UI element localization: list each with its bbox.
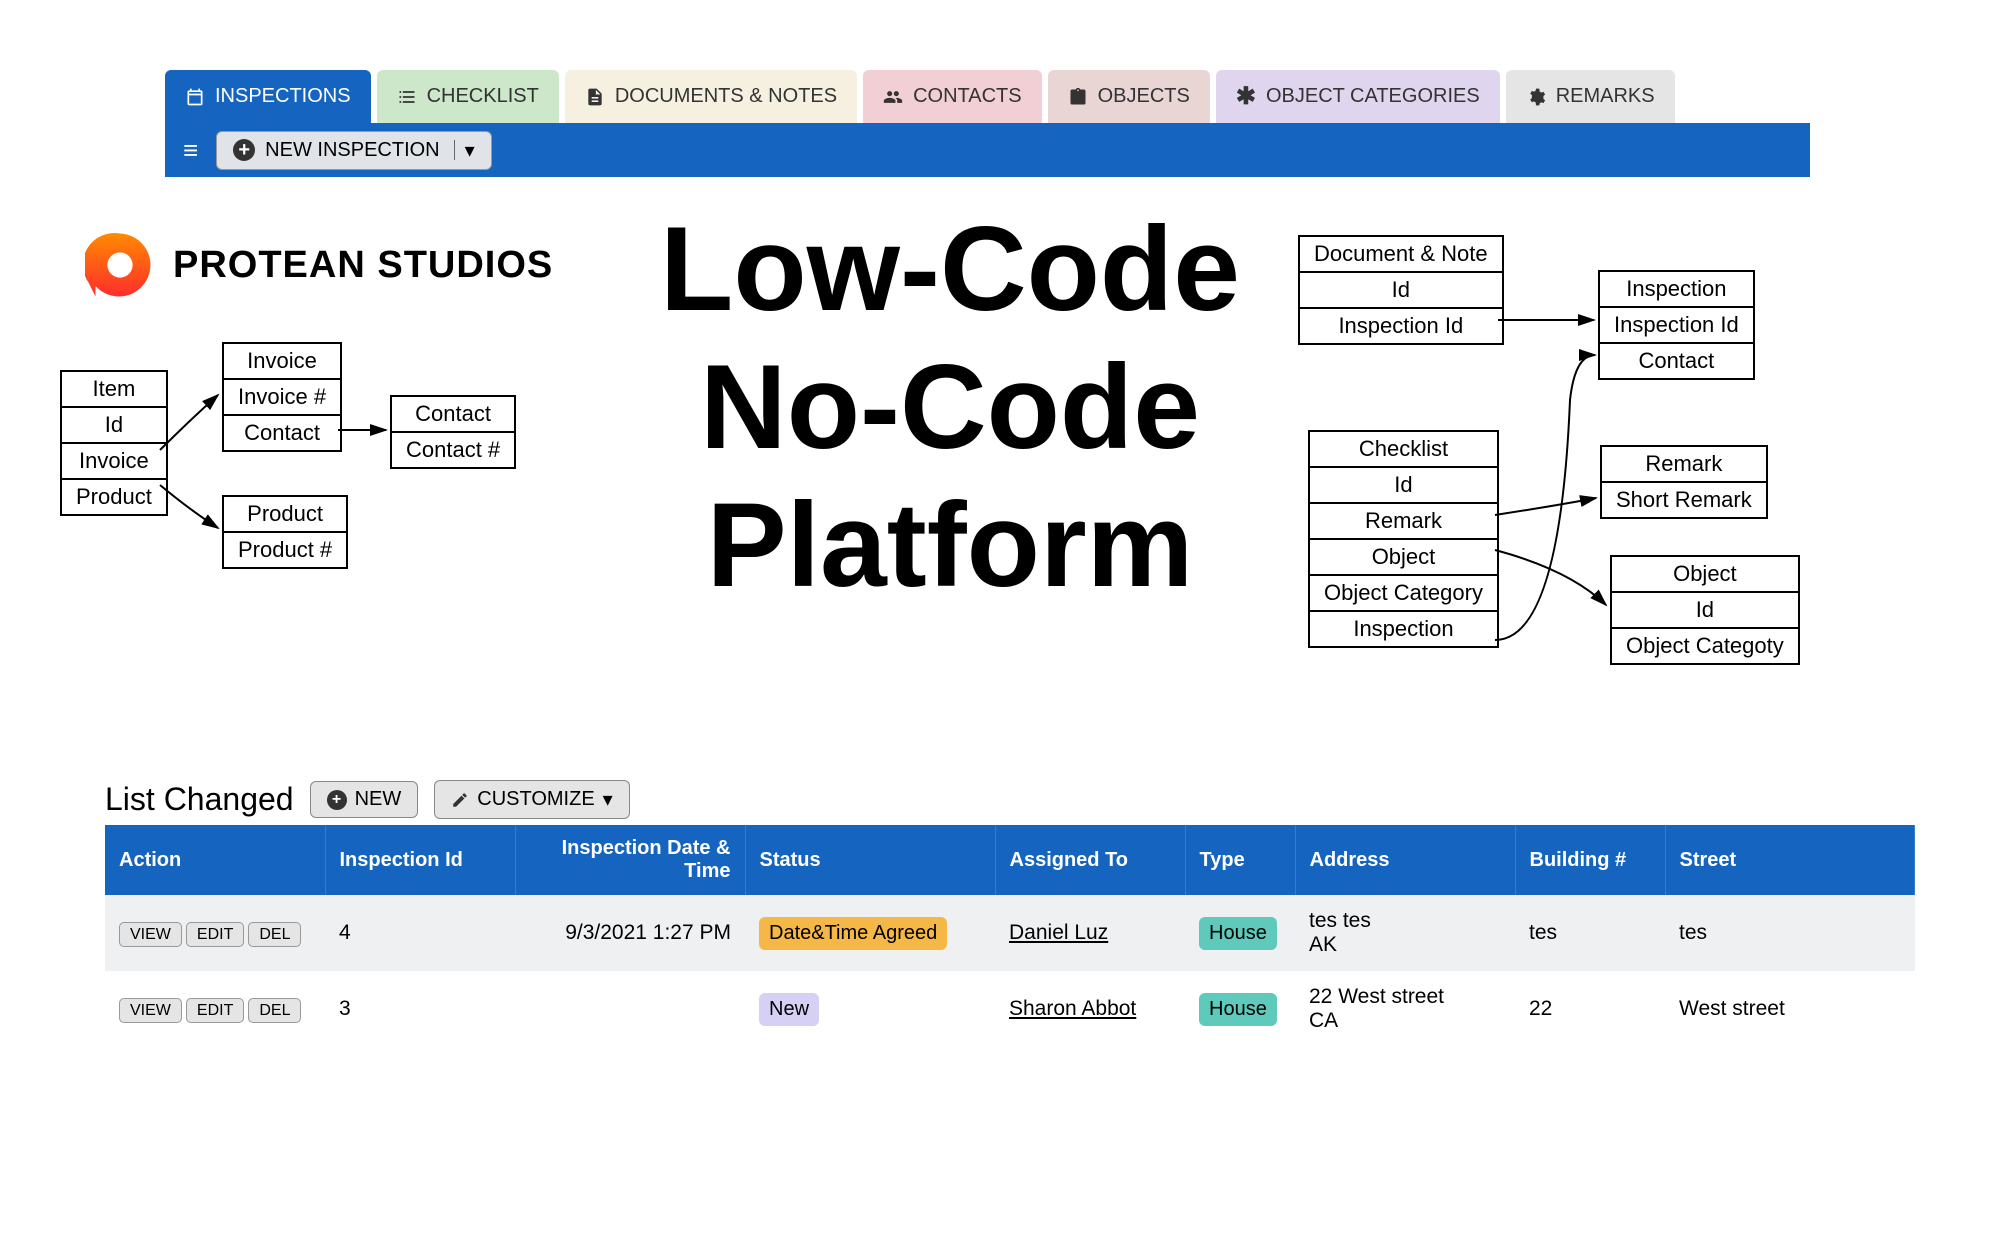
- button-label: CUSTOMIZE: [477, 788, 594, 811]
- list-section: List Changed + NEW CUSTOMIZE ▾ Action In…: [105, 780, 1915, 1047]
- status-badge: New: [759, 993, 819, 1026]
- del-button[interactable]: DEL: [248, 922, 301, 947]
- cell-building: 22: [1515, 971, 1665, 1047]
- cell-date: [515, 971, 745, 1047]
- cell-date: 9/3/2021 1:27 PM: [515, 895, 745, 971]
- new-button[interactable]: + NEW: [310, 781, 419, 818]
- list-title: List Changed: [105, 781, 294, 818]
- del-button[interactable]: DEL: [248, 998, 301, 1023]
- assigned-link[interactable]: Sharon Abbot: [1009, 997, 1136, 1020]
- col-street[interactable]: Street: [1665, 825, 1915, 895]
- table-row: VIEWEDITDEL 3 New Sharon Abbot House 22 West …: [105, 971, 1915, 1047]
- col-type[interactable]: Type: [1185, 825, 1295, 895]
- chevron-down-icon: ▾: [603, 787, 613, 812]
- edit-button[interactable]: EDIT: [186, 998, 244, 1023]
- assigned-link[interactable]: Daniel Luz: [1009, 921, 1108, 944]
- view-button[interactable]: VIEW: [119, 922, 182, 947]
- plus-icon: +: [327, 790, 347, 810]
- type-badge: House: [1199, 917, 1277, 950]
- button-label: NEW: [355, 788, 402, 811]
- table-row: VIEWEDITDEL 49/3/2021 1:27 PM Date&Time Ag…: [105, 895, 1915, 971]
- cell-id: 4: [325, 895, 515, 971]
- col-action[interactable]: Action: [105, 825, 325, 895]
- cell-id: 3: [325, 971, 515, 1047]
- inspections-table: Action Inspection Id Inspection Date & T…: [105, 825, 1915, 1047]
- col-status[interactable]: Status: [745, 825, 995, 895]
- view-button[interactable]: VIEW: [119, 998, 182, 1023]
- customize-button[interactable]: CUSTOMIZE ▾: [434, 780, 629, 819]
- cell-address: 22 West streetCA: [1295, 971, 1515, 1047]
- table-header-row: Action Inspection Id Inspection Date & T…: [105, 825, 1915, 895]
- cell-building: tes: [1515, 895, 1665, 971]
- col-inspection-id[interactable]: Inspection Id: [325, 825, 515, 895]
- col-building[interactable]: Building #: [1515, 825, 1665, 895]
- col-inspection-date[interactable]: Inspection Date & Time: [515, 825, 745, 895]
- edit-button[interactable]: EDIT: [186, 922, 244, 947]
- cell-address: tes tesAK: [1295, 895, 1515, 971]
- type-badge: House: [1199, 993, 1277, 1026]
- cell-street: West street: [1665, 971, 1915, 1047]
- status-badge: Date&Time Agreed: [759, 917, 947, 950]
- col-address[interactable]: Address: [1295, 825, 1515, 895]
- col-assigned-to[interactable]: Assigned To: [995, 825, 1185, 895]
- pencil-icon: [451, 791, 469, 809]
- diagram-connectors-right: [0, 0, 1900, 700]
- cell-street: tes: [1665, 895, 1915, 971]
